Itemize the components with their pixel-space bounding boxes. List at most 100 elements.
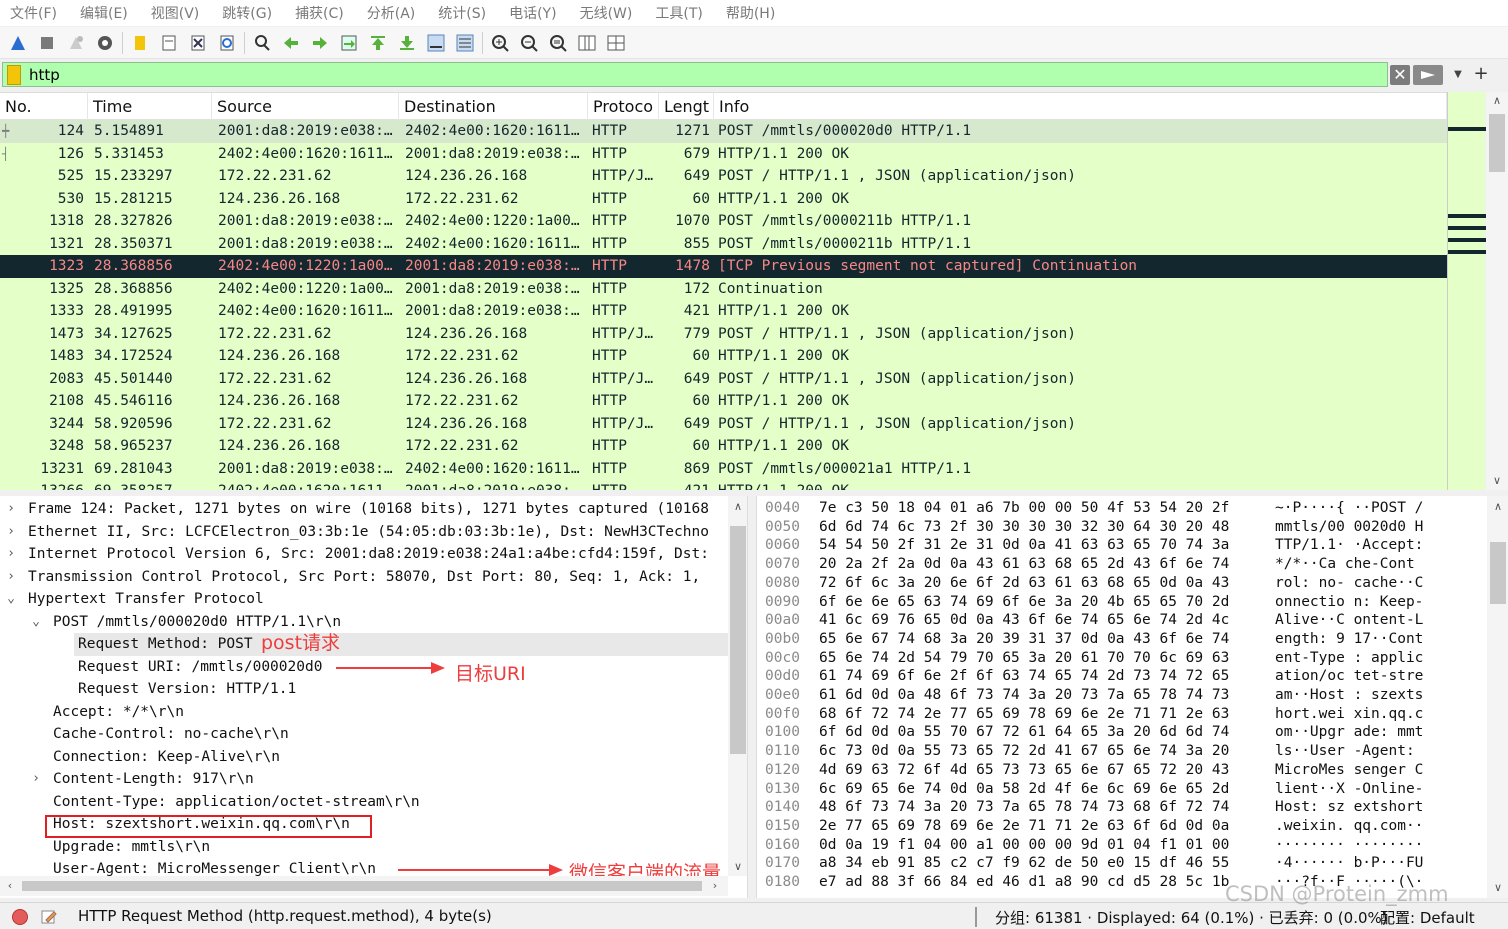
scroll-left-icon[interactable]: ‹ [3, 879, 17, 893]
packet-row[interactable]: 1321 28.350371 2001:da8:2019:e038:… 2402:4e… [0, 232, 1447, 255]
detail-tree-item[interactable]: › Transmission Control Protocol, Src Port… [0, 566, 728, 589]
col-no-header[interactable]: No. [0, 93, 88, 120]
expand-arrow-icon[interactable]: › [4, 498, 18, 521]
scroll-down-icon[interactable]: ∨ [1491, 881, 1505, 895]
packet-minimap[interactable] [1447, 92, 1486, 490]
layout-icon[interactable] [604, 31, 627, 54]
col-length-header[interactable]: Lengt [659, 93, 714, 120]
find-packet-icon[interactable] [250, 31, 273, 54]
expand-arrow-icon[interactable]: › [4, 521, 18, 544]
close-file-icon[interactable] [186, 31, 209, 54]
zoom-in-icon[interactable] [488, 31, 511, 54]
detail-tree-item[interactable]: › Content-Length: 917\r\n [0, 768, 728, 791]
col-source-header[interactable]: Source [212, 93, 399, 120]
packet-row[interactable]: 1483 34.172524 124.236.26.168 172.22.231.62… [0, 345, 1447, 368]
collapse-arrow-icon[interactable]: ⌄ [4, 588, 18, 611]
packet-row[interactable]: 1473 34.127625 172.22.231.62 124.236.26.168… [0, 322, 1447, 345]
detail-tree-item[interactable]: Cache-Control: no-cache\r\n [0, 723, 728, 746]
packet-row[interactable]: 3244 58.920596 172.22.231.62 124.236.26.168… [0, 412, 1447, 435]
open-file-icon[interactable] [128, 31, 151, 54]
expand-arrow-icon[interactable]: › [4, 566, 18, 589]
menu-item[interactable]: 跳转(G) [222, 3, 272, 23]
reload-file-icon[interactable] [215, 31, 238, 54]
go-first-icon[interactable] [366, 31, 389, 54]
menu-item[interactable]: 帮助(H) [726, 3, 775, 23]
capture-options-icon[interactable] [93, 31, 116, 54]
go-to-packet-icon[interactable] [337, 31, 360, 54]
detail-tree-item[interactable]: Content-Type: application/octet-stream\r… [0, 791, 728, 814]
detail-tree-item[interactable]: Upgrade: mmtls\r\n [0, 836, 728, 859]
detail-tree-item[interactable]: › Internet Protocol Version 6, Src: 2001:… [0, 543, 728, 566]
display-filter-input[interactable] [29, 65, 1329, 84]
bytes-scrollbar[interactable]: ∧ ∨ [1487, 496, 1508, 898]
status-profile[interactable]: 配置: Default [1380, 907, 1475, 928]
menu-item[interactable]: 统计(S) [438, 3, 486, 23]
save-file-icon[interactable] [157, 31, 180, 54]
scroll-up-icon[interactable]: ∧ [1490, 94, 1504, 108]
col-time-header[interactable]: Time [88, 93, 212, 120]
expand-arrow-icon[interactable]: › [29, 768, 43, 791]
go-forward-icon[interactable] [308, 31, 331, 54]
start-capture-icon[interactable] [6, 31, 29, 54]
packet-row[interactable]: 525 15.233297 172.22.231.62 124.236.26.168 H… [0, 165, 1447, 188]
packet-row[interactable]: 13266 69.358257 2402:4e00:1620:1611… 2001:d… [0, 480, 1447, 490]
col-destination-header[interactable]: Destination [399, 93, 588, 120]
collapse-arrow-icon[interactable]: ⌄ [29, 611, 43, 634]
scroll-down-icon[interactable]: ∨ [1490, 474, 1504, 488]
packet-row[interactable]: 1325 28.368856 2402:4e00:1220:1a00… 2001:da… [0, 277, 1447, 300]
details-vertical-scrollbar[interactable]: ∧ ∨ [728, 496, 747, 876]
packet-row[interactable]: 2108 45.546116 124.236.26.168 172.22.231.62… [0, 390, 1447, 413]
packet-row[interactable]: 3248 58.965237 124.236.26.168 172.22.231.62… [0, 435, 1447, 458]
zoom-out-icon[interactable] [517, 31, 540, 54]
packet-list-scrollbar[interactable]: ∧ ∨ [1486, 92, 1508, 490]
detail-tree-item[interactable]: Request Method: POST [74, 633, 728, 656]
scroll-up-icon[interactable]: ∧ [731, 500, 745, 514]
go-last-icon[interactable] [395, 31, 418, 54]
filter-history-dropdown-icon[interactable]: ▼ [1450, 65, 1466, 85]
autoscroll-icon[interactable] [424, 31, 447, 54]
scroll-up-icon[interactable]: ∧ [1491, 500, 1505, 514]
scrollbar-thumb[interactable] [1489, 114, 1505, 172]
packet-row[interactable]: 1333 28.491995 2402:4e00:1620:1611… 2001:da… [0, 300, 1447, 323]
capture-status-icon[interactable] [12, 909, 28, 925]
menu-item[interactable]: 文件(F) [10, 3, 57, 23]
clear-filter-icon[interactable]: ✕ [1390, 65, 1410, 85]
col-info-header[interactable]: Info [714, 93, 1447, 120]
detail-tree-item[interactable]: Accept: */*\r\n [0, 701, 728, 724]
col-protocol-header[interactable]: Protoco [588, 93, 659, 120]
apply-filter-icon[interactable] [1413, 65, 1443, 85]
restart-capture-icon[interactable] [64, 31, 87, 54]
menu-item[interactable]: 视图(V) [151, 3, 200, 23]
colorize-icon[interactable] [453, 31, 476, 54]
scrollbar-thumb[interactable] [22, 881, 702, 891]
detail-tree-item[interactable]: ⌄ POST /mmtls/000020d0 HTTP/1.1\r\n [0, 611, 728, 634]
filter-bookmark-icon[interactable] [7, 64, 21, 85]
packet-row[interactable]: 530 15.281215 124.236.26.168 172.22.231.62 H… [0, 187, 1447, 210]
menu-item[interactable]: 工具(T) [655, 3, 702, 23]
edit-comment-icon[interactable] [40, 908, 58, 926]
packet-row[interactable]: ┿ 124 5.154891 2001:da8:2019:e038:… 2402:4e0… [0, 120, 1447, 143]
menu-item[interactable]: 分析(A) [367, 3, 416, 23]
scrollbar-thumb[interactable] [730, 526, 746, 754]
scrollbar-thumb[interactable] [1490, 542, 1506, 604]
stop-capture-icon[interactable] [35, 31, 58, 54]
menu-item[interactable]: 捕获(C) [295, 3, 344, 23]
packet-row[interactable]: 1318 28.327826 2001:da8:2019:e038:… 2402:4e… [0, 210, 1447, 233]
packet-row[interactable]: 13231 69.281043 2001:da8:2019:e038:… 2402:4… [0, 457, 1447, 480]
menu-item[interactable]: 无线(W) [580, 3, 633, 23]
scroll-down-icon[interactable]: ∨ [731, 860, 745, 874]
resize-columns-icon[interactable] [575, 31, 598, 54]
packet-row[interactable]: 2083 45.501440 172.22.231.62 124.236.26.168… [0, 367, 1447, 390]
details-horizontal-scrollbar[interactable]: ‹ › [0, 876, 728, 896]
detail-tree-item[interactable]: Request Version: HTTP/1.1 [0, 678, 728, 701]
expand-arrow-icon[interactable]: › [4, 543, 18, 566]
detail-tree-item[interactable]: Connection: Keep-Alive\r\n [0, 746, 728, 769]
detail-tree-item[interactable]: › Ethernet II, Src: LCFCElectron_03:3b:1e… [0, 521, 728, 544]
zoom-reset-icon[interactable] [546, 31, 569, 54]
packet-row[interactable]: ┤ 126 5.331453 2402:4e00:1620:1611… 2001:da8… [0, 142, 1447, 165]
packet-row[interactable]: 1323 28.368856 2402:4e00:1220:1a00… 2001:da… [0, 255, 1447, 278]
detail-tree-item[interactable]: › Frame 124: Packet, 1271 bytes on wire (… [0, 498, 728, 521]
menu-item[interactable]: 电话(Y) [509, 3, 556, 23]
detail-tree-item[interactable]: ⌄ Hypertext Transfer Protocol [0, 588, 728, 611]
menu-item[interactable]: 编辑(E) [80, 3, 128, 23]
